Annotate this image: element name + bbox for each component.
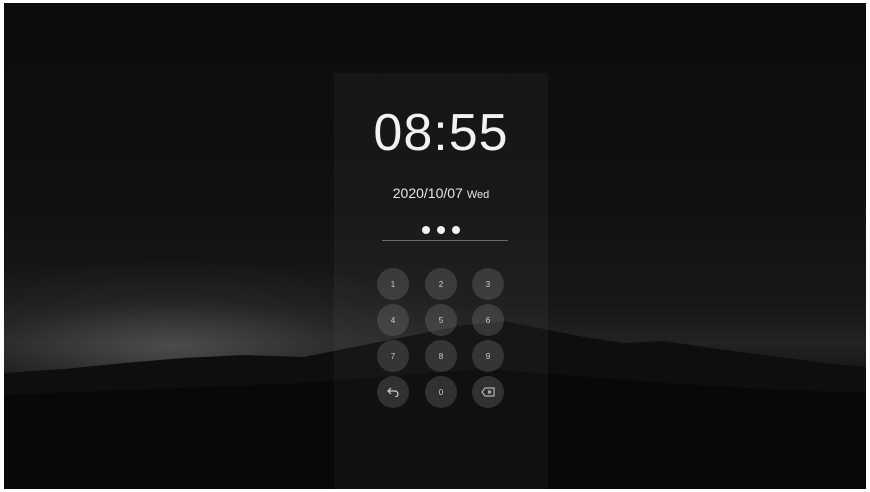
clock-time: 08:55 — [373, 104, 509, 162]
key-8[interactable]: 8 — [425, 340, 457, 372]
key-0[interactable]: 0 — [425, 376, 457, 408]
key-9[interactable]: 9 — [472, 340, 504, 372]
weekday-text: Wed — [466, 189, 490, 201]
pin-underline — [382, 240, 508, 241]
key-1[interactable]: 1 — [377, 268, 409, 300]
delete-button[interactable] — [472, 376, 504, 408]
key-6[interactable]: 6 — [472, 304, 504, 336]
date-text: 2020/10/07 — [392, 185, 463, 201]
key-2[interactable]: 2 — [425, 268, 457, 300]
lock-screen: 08:55 2020/10/07 Wed 1 2 3 4 5 6 7 8 9 0 — [4, 3, 866, 489]
back-arrow-icon — [387, 387, 399, 397]
pin-dot — [452, 226, 460, 234]
date-display: 2020/10/07 Wed — [334, 183, 548, 205]
backspace-icon — [481, 387, 495, 397]
pin-dot — [422, 226, 430, 234]
key-4[interactable]: 4 — [377, 304, 409, 336]
pin-dot — [437, 226, 445, 234]
key-7[interactable]: 7 — [377, 340, 409, 372]
key-5[interactable]: 5 — [425, 304, 457, 336]
pin-dots — [422, 226, 460, 236]
back-button[interactable] — [377, 376, 409, 408]
key-3[interactable]: 3 — [472, 268, 504, 300]
